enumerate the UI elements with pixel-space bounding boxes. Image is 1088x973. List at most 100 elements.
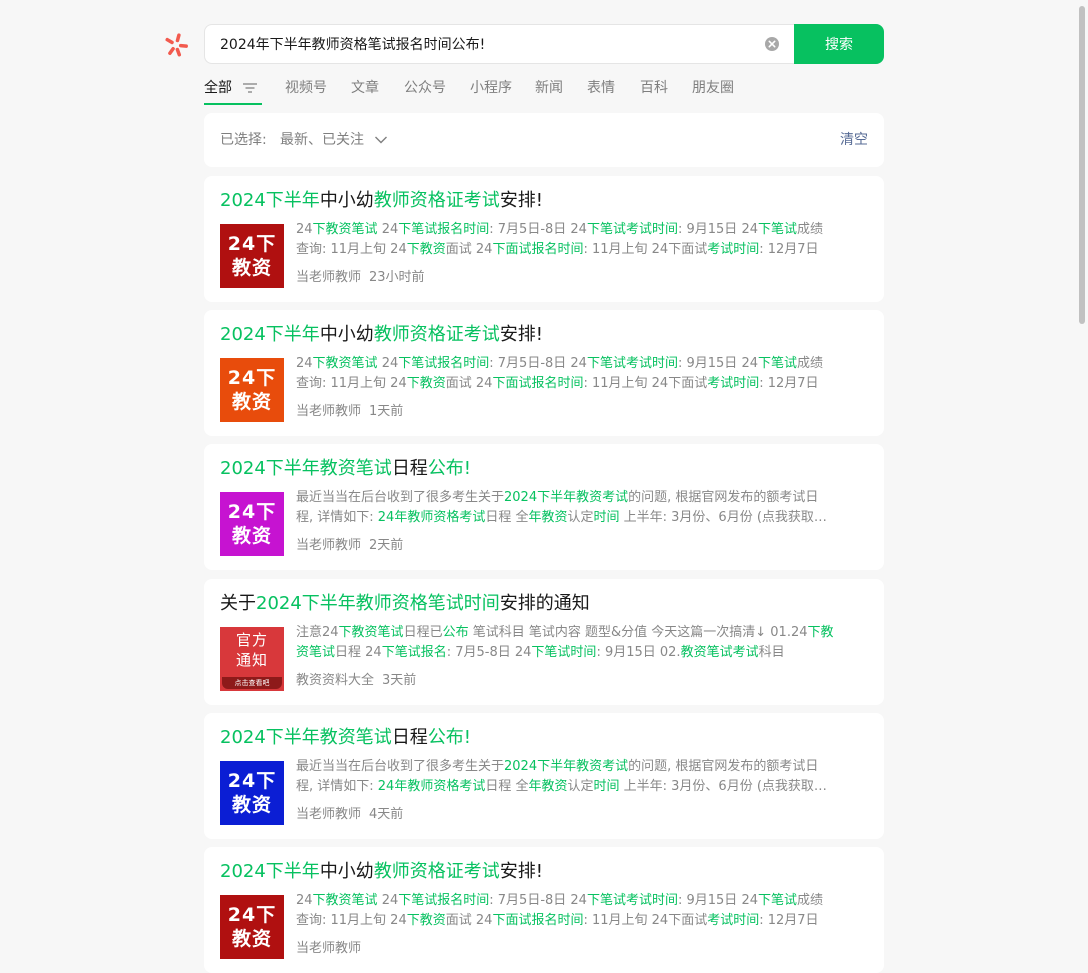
thumbnail-text: 24下 [227,904,277,926]
title-highlight: 2024下半年 [220,190,320,211]
snippet-text: 上半年: 3月份、6月份 (点我获取… [619,510,827,525]
title-highlight: 公布! [427,458,472,479]
tab-news[interactable]: 新闻 [535,72,563,104]
snippet-highlight: 下笔试考试时间 [586,356,678,371]
snippet-text: 程, 详情如下: [296,779,378,794]
snippet-highlight: 年教资 [528,779,568,794]
tab-all[interactable]: 全部 [204,72,262,105]
tab-encyclopedia[interactable]: 百科 [640,72,668,104]
result-time: 4天前 [369,807,404,822]
chevron-down-icon[interactable] [374,134,388,146]
result-title[interactable]: 关于2024下半年教师资格笔试时间安排的通知 [220,591,590,617]
result-thumbnail: 24下 教资 [220,224,284,288]
result-meta: 当老师教师 2天前 [296,534,403,553]
result-title[interactable]: 2024下半年中小幼教师资格证考试安排! [220,188,543,214]
tab-mini-programs[interactable]: 小程序 [470,72,512,104]
result-card[interactable]: 2024下半年中小幼教师资格证考试安排! 24下 教资 24下教资笔试 24下笔试报名… [204,176,884,302]
snippet-highlight: 24年教师资格考试 [377,779,486,794]
snippet-text: 程, 详情如下: [296,510,378,525]
result-card[interactable]: 2024下半年教资笔试日程公布! 24下 教资 最近当当在后台收到了很多考生关于202… [204,444,884,570]
snippet-text: : 9月15日 02. [596,645,681,660]
snippet-text: : 7月5日-8日 24 [489,356,587,371]
snippet-highlight: 教资笔试考试 [680,645,759,660]
result-title[interactable]: 2024下半年教资笔试日程公布! [220,725,471,751]
snippet-highlight: 试报名时间 [518,376,584,391]
snippet-text: 成绩 [797,356,824,371]
result-source[interactable]: 当老师教师 [296,941,361,956]
title-highlight: 2024下半年 [220,324,320,345]
snippet-highlight: 下教资 [406,376,446,391]
result-source[interactable]: 当老师教师 [296,270,361,285]
result-meta: 当老师教师 1天前 [296,400,403,419]
snippet-text: : 9月15日 24 [677,222,758,237]
snippet-text: : 11月上旬 24下面试 [583,242,708,257]
snippet-text: 笔试科目 笔试内容 题型&分值 今天这篇一次搞清↓ 01.24 [468,625,808,640]
snippet-text: 查询: 11月上旬 24 [296,913,407,928]
title-text: 中小幼 [319,861,374,882]
snippet-highlight: 下教资笔试 [312,222,378,237]
result-card[interactable]: 2024下半年中小幼教师资格证考试安排! 24下 教资 24下教资笔试 24下笔试报名… [204,310,884,436]
scrollbar-thumb[interactable] [1079,6,1085,324]
tab-channels[interactable]: 视频号 [285,72,327,104]
tab-articles[interactable]: 文章 [351,72,379,104]
snippet-text: 日程 全 [485,510,529,525]
snippet-highlight: 24年教师资格考试 [377,510,486,525]
filter-values-dropdown[interactable]: 最新、已关注 [280,113,364,167]
result-meta: 当老师教师 23小时前 [296,266,425,285]
thumbnail-text: 24下 [227,367,277,389]
result-title[interactable]: 2024下半年教资笔试日程公布! [220,456,471,482]
search-button[interactable]: 搜索 [794,24,884,64]
snippet-text: 面试 24 [445,242,493,257]
snippet-line: 注意24下教资笔试日程已公布 笔试科目 笔试内容 题型&分值 今天这篇一次搞清↓… [296,623,868,643]
snippet-text: : 11月上旬 24下面试 [583,913,708,928]
title-highlight: 教师资格证考试 [373,190,500,211]
tab-stickers[interactable]: 表情 [587,72,615,104]
title-highlight: 教师资格证考试 [373,324,500,345]
result-title[interactable]: 2024下半年中小幼教师资格证考试安排! [220,322,543,348]
snippet-highlight: 下笔试报名时间 [398,222,490,237]
result-source[interactable]: 当老师教师 [296,538,361,553]
snippet-highlight: 下笔试考试时间 [586,893,678,908]
title-highlight: 2024下半年 [220,861,320,882]
tab-moments[interactable]: 朋友圈 [692,72,734,104]
result-title[interactable]: 2024下半年中小幼教师资格证考试安排! [220,859,543,885]
thumbnail-text: 教资 [231,928,272,950]
search-input[interactable] [220,25,750,63]
snippet-text: 日程 24 [335,645,382,660]
snippet-text: : 9月15日 24 [677,893,758,908]
result-source[interactable]: 当老师教师 [296,807,361,822]
result-snippet: 最近当当在后台收到了很多考生关于2024下半年教资考试的问题, 根据官网发布的额… [296,757,868,797]
result-snippet: 最近当当在后台收到了很多考生关于2024下半年教资考试的问题, 根据官网发布的额… [296,488,868,528]
snippet-highlight: 公布 [442,625,469,640]
thumbnail-text: 教资 [231,525,272,547]
filter-icon[interactable] [243,81,257,95]
snippet-text: 的问题, 根据官网发布的额考试日 [628,490,819,505]
title-highlight: 2024下半年教师资格笔试时间 [256,593,500,614]
thumbnail-text: 24下 [227,501,277,523]
snippet-text: 最近当当在后台收到了很多考生关于 [296,490,505,505]
result-card[interactable]: 关于2024下半年教师资格笔试时间安排的通知 官方 通知 点击查看吧 注意24下教资笔试… [204,579,884,705]
result-time: 2天前 [369,538,404,553]
result-card[interactable]: 2024下半年中小幼教师资格证考试安排! 24下 教资 24下教资笔试 24下笔试报名… [204,847,884,973]
snippet-highlight: 下面 [492,376,519,391]
result-card[interactable]: 2024下半年教资笔试日程公布! 24下 教资 最近当当在后台收到了很多考生关于202… [204,713,884,839]
clear-search-icon[interactable] [764,36,780,52]
snippet-text: : 7月5-8日 24 [446,645,532,660]
scrollbar[interactable] [1076,0,1088,936]
snippet-highlight: 考试时间 [707,242,760,257]
clear-filters-button[interactable]: 清空 [840,113,868,167]
snippet-highlight: 试报名时间 [518,913,584,928]
title-highlight: 教师资格证考试 [373,861,500,882]
snippet-highlight: 试报名时间 [518,242,584,257]
snippet-text: 认定 [567,779,594,794]
snippet-text: 的问题, 根据官网发布的额考试日 [628,759,819,774]
snippet-highlight: 下笔试 [757,356,797,371]
result-source[interactable]: 当老师教师 [296,404,361,419]
thumbnail-caption: 点击查看吧 [222,677,282,689]
snippet-highlight: 下面 [492,242,519,257]
result-source[interactable]: 教资资料大全 [296,673,374,688]
result-time: 3天前 [382,673,417,688]
tab-official-accounts[interactable]: 公众号 [404,72,446,104]
selected-filters-bar: 已选择: 最新、已关注 清空 [204,113,884,167]
snippet-line: 资笔试日程 24下笔试报名: 7月5-8日 24下笔试时间: 9月15日 02.… [296,643,868,663]
